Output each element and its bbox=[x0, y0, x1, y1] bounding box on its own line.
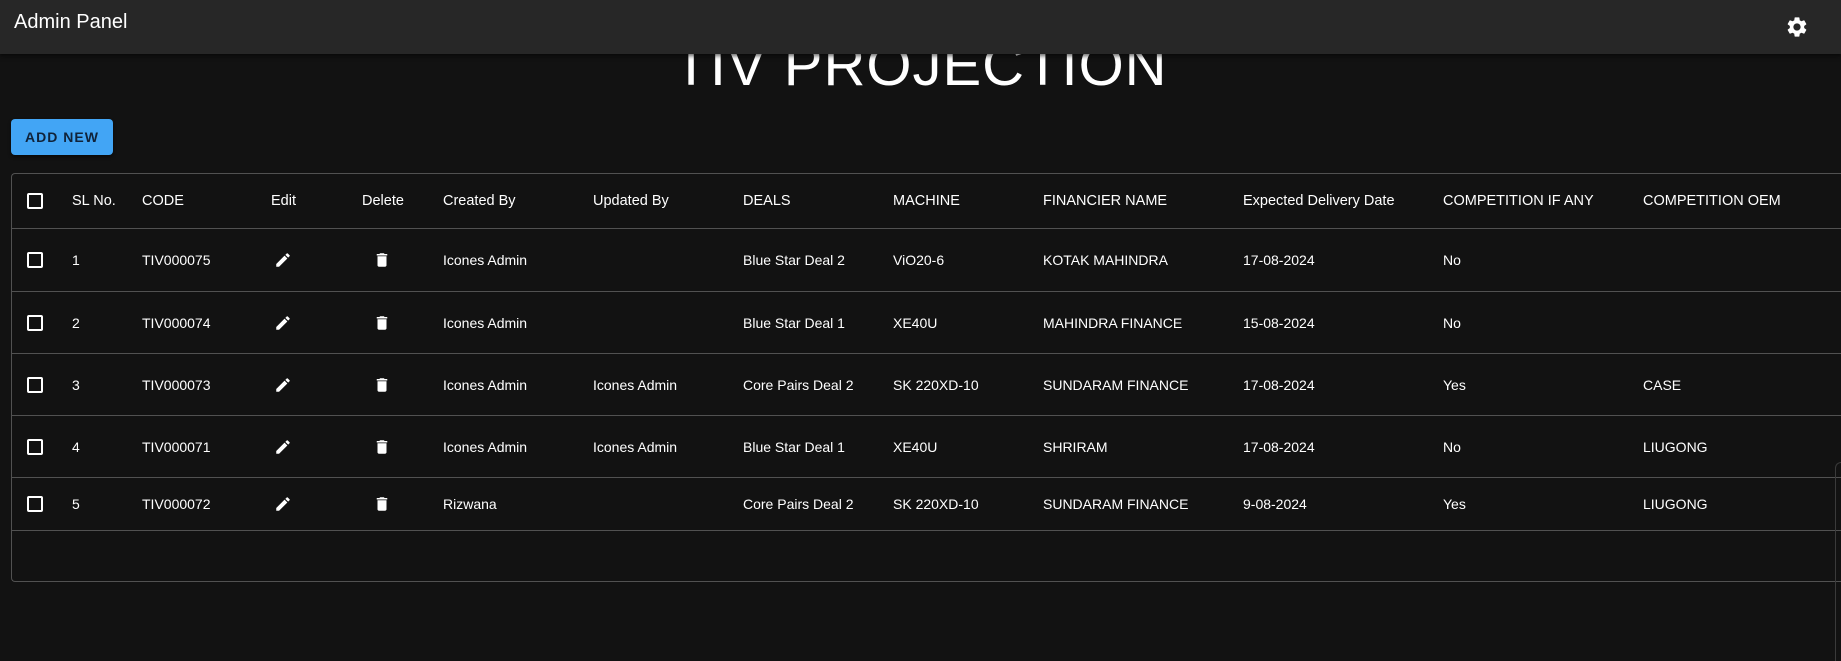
edit-icon[interactable] bbox=[274, 251, 292, 269]
gear-icon bbox=[1787, 17, 1807, 37]
row-checkbox[interactable] bbox=[27, 438, 43, 455]
cell-competition-if-any: No bbox=[1443, 314, 1461, 331]
header-sl-no[interactable]: SL No. bbox=[72, 174, 116, 228]
cell-expected-delivery-date: 17-08-2024 bbox=[1243, 252, 1315, 268]
cell-machine: ViO20-6 bbox=[893, 252, 945, 268]
header-created-by[interactable]: Created By bbox=[443, 174, 516, 228]
cell-created-by: Rizwana bbox=[443, 496, 497, 512]
row-checkbox[interactable] bbox=[27, 496, 43, 512]
header-expected-delivery-date[interactable]: Expected Delivery Date bbox=[1243, 174, 1395, 228]
cell-sl-no: 2 bbox=[72, 314, 80, 331]
edit-icon[interactable] bbox=[274, 495, 292, 513]
cell-deals: Blue Star Deal 1 bbox=[743, 438, 845, 455]
cell-competition-oem: LIUGONG bbox=[1643, 496, 1708, 512]
delete-icon[interactable] bbox=[373, 438, 391, 456]
cell-created-by: Icones Admin bbox=[443, 438, 528, 455]
cell-financier-name: SUNDARAM FINANCE bbox=[1043, 496, 1189, 512]
cell-expected-delivery-date: 17-08-2024 bbox=[1243, 376, 1315, 393]
delete-icon[interactable] bbox=[373, 495, 391, 513]
cell-machine: XE40U bbox=[893, 314, 938, 331]
table-row[interactable]: 2 TIV000074 Icones Admin Blue Star Deal 1 XE… bbox=[12, 292, 1841, 354]
cell-competition-if-any: No bbox=[1443, 252, 1461, 268]
scrollbar-edge bbox=[1835, 462, 1841, 661]
cell-updated-by: Icones Admin bbox=[593, 376, 678, 393]
cell-created-by: Icones Admin bbox=[443, 376, 528, 393]
header-competition-if-any[interactable]: COMPETITION IF ANY bbox=[1443, 174, 1594, 228]
table-row[interactable]: 5 TIV000072 Rizwana Core Pairs Deal 2 SK 220… bbox=[12, 478, 1841, 531]
cell-sl-no: 5 bbox=[72, 496, 80, 512]
header-delete: Delete bbox=[362, 193, 404, 209]
header-machine[interactable]: MACHINE bbox=[893, 174, 960, 228]
cell-expected-delivery-date: 9-08-2024 bbox=[1243, 496, 1307, 512]
header-deals[interactable]: DEALS bbox=[743, 174, 791, 228]
cell-code: TIV000075 bbox=[142, 252, 211, 268]
cell-deals: Blue Star Deal 1 bbox=[743, 314, 845, 331]
cell-sl-no: 3 bbox=[72, 376, 80, 393]
cell-code: TIV000072 bbox=[142, 496, 211, 512]
cell-deals: Core Pairs Deal 2 bbox=[743, 496, 854, 512]
cell-competition-if-any: Yes bbox=[1443, 376, 1466, 393]
header-competition-oem[interactable]: COMPETITION OEM bbox=[1643, 174, 1781, 228]
cell-competition-if-any: No bbox=[1443, 438, 1461, 455]
row-checkbox[interactable] bbox=[27, 252, 43, 268]
cell-competition-if-any: Yes bbox=[1443, 496, 1466, 512]
cell-sl-no: 1 bbox=[72, 252, 80, 268]
cell-competition-oem: LIUGONG bbox=[1643, 438, 1708, 455]
cell-updated-by: Icones Admin bbox=[593, 438, 678, 455]
edit-icon[interactable] bbox=[274, 314, 292, 332]
row-checkbox[interactable] bbox=[27, 376, 43, 393]
delete-icon[interactable] bbox=[373, 314, 391, 332]
header-financier-name[interactable]: FINANCIER NAME bbox=[1043, 174, 1167, 228]
cell-deals: Core Pairs Deal 2 bbox=[743, 376, 854, 393]
table-header-row: SL No. CODE Edit Delete Created By Updat… bbox=[12, 174, 1841, 229]
data-grid: SL No. CODE Edit Delete Created By Updat… bbox=[11, 173, 1841, 582]
cell-machine: SK 220XD-10 bbox=[893, 496, 979, 512]
row-checkbox[interactable] bbox=[27, 314, 43, 331]
app-title: Admin Panel bbox=[14, 11, 128, 33]
table-row[interactable]: 1 TIV000075 Icones Admin Blue Star Deal 2 Vi… bbox=[12, 229, 1841, 292]
add-new-button[interactable]: ADD NEW bbox=[11, 119, 113, 155]
cell-financier-name: KOTAK MAHINDRA bbox=[1043, 252, 1168, 268]
cell-machine: SK 220XD-10 bbox=[893, 376, 979, 393]
header-edit: Edit bbox=[271, 193, 296, 209]
cell-machine: XE40U bbox=[893, 438, 938, 455]
settings-button[interactable] bbox=[1781, 11, 1813, 43]
cell-expected-delivery-date: 17-08-2024 bbox=[1243, 438, 1315, 455]
cell-competition-oem: CASE bbox=[1643, 376, 1682, 393]
edit-icon[interactable] bbox=[274, 376, 292, 394]
cell-financier-name: SUNDARAM FINANCE bbox=[1043, 376, 1189, 393]
app-bar: Admin Panel bbox=[0, 0, 1841, 54]
select-all-checkbox[interactable] bbox=[27, 193, 43, 209]
cell-code: TIV000074 bbox=[142, 314, 211, 331]
cell-financier-name: MAHINDRA FINANCE bbox=[1043, 314, 1183, 331]
cell-sl-no: 4 bbox=[72, 438, 80, 455]
edit-icon[interactable] bbox=[274, 438, 292, 456]
cell-created-by: Icones Admin bbox=[443, 252, 528, 268]
header-updated-by[interactable]: Updated By bbox=[593, 174, 669, 228]
cell-deals: Blue Star Deal 2 bbox=[743, 252, 845, 268]
table-row[interactable]: 3 TIV000073 Icones Admin Icones Admin Core P… bbox=[12, 354, 1841, 416]
cell-financier-name: SHRIRAM bbox=[1043, 438, 1108, 455]
cell-code: TIV000071 bbox=[142, 438, 211, 455]
table-row[interactable]: 4 TIV000071 Icones Admin Icones Admin Blue S… bbox=[12, 416, 1841, 478]
cell-created-by: Icones Admin bbox=[443, 314, 528, 331]
cell-expected-delivery-date: 15-08-2024 bbox=[1243, 314, 1315, 331]
cell-code: TIV000073 bbox=[142, 376, 211, 393]
delete-icon[interactable] bbox=[373, 376, 391, 394]
delete-icon[interactable] bbox=[373, 251, 391, 269]
header-code[interactable]: CODE bbox=[142, 174, 184, 228]
